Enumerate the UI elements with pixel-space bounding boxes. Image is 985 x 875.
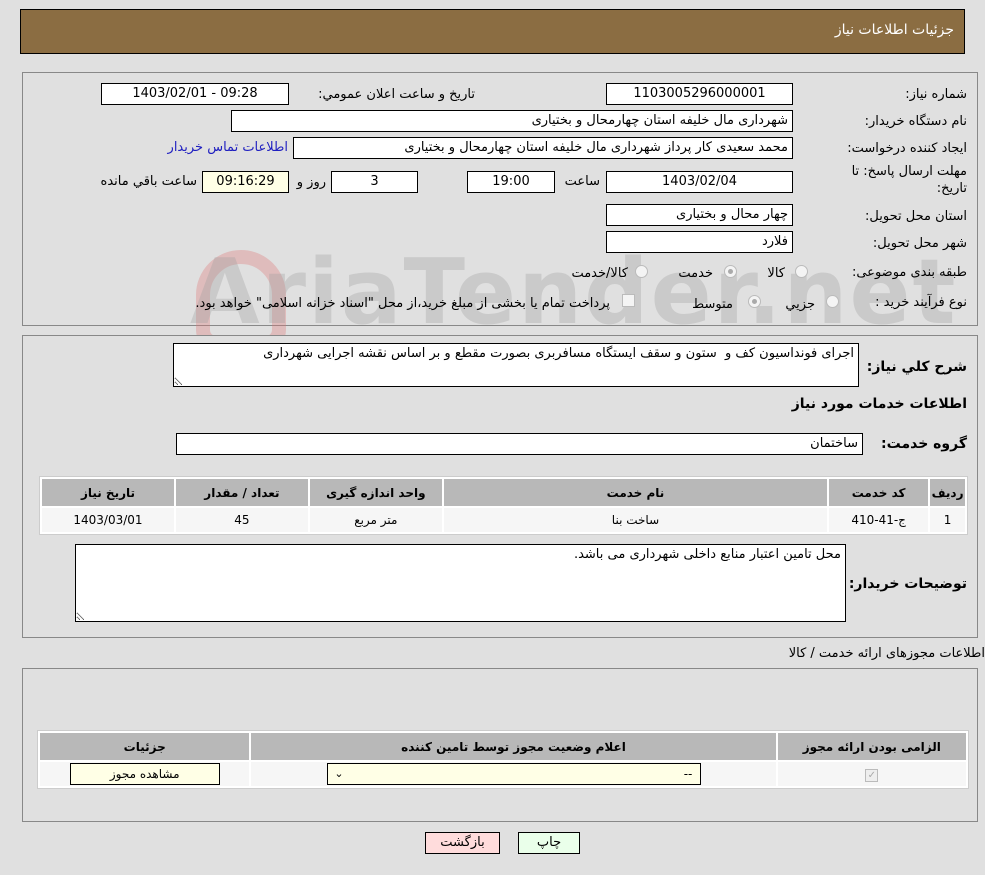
permit-required-checkbox[interactable]: ✓ [865, 768, 879, 782]
need-number-label: شماره نیاز: [905, 87, 967, 102]
col-permit-details: جزئیات [40, 733, 250, 760]
remaining-time-label: ساعت باقي مانده [100, 174, 197, 189]
buyer-org-label: نام دستگاه خریدار: [864, 114, 967, 129]
col-service-name: نام خدمت [443, 479, 828, 506]
cell-permit-details: مشاهده مجوز [40, 762, 250, 786]
process-option-medium: متوسط [692, 297, 733, 312]
remaining-days-field: 3 [331, 171, 418, 193]
table-row: 1 ج-41-410 ساخت بنا متر مربع 45 1403/03/… [42, 508, 965, 532]
deadline-date-field: 1403/02/04 [606, 171, 793, 193]
page-title: جزئیات اطلاعات نیاز [834, 22, 954, 38]
need-number-field: 1103005296000001 [606, 83, 793, 105]
requester-field: محمد سعیدی کار پرداز شهرداری مال خلیفه ا… [293, 137, 793, 159]
treasury-note: پرداخت تمام یا بخشی از مبلغ خرید،از محل … [195, 296, 610, 311]
cell-service-code: ج-41-410 [829, 508, 929, 532]
col-permit-status: اعلام وضعیت مجوز توسط تامین کننده [251, 733, 776, 760]
category-radio-goods[interactable] [795, 265, 808, 278]
cell-quantity: 45 [175, 508, 308, 532]
cell-permit-status: -- ⌄ [251, 762, 776, 786]
category-label: طبقه بندی موضوعی: [851, 265, 967, 280]
buyer-org-field: شهرداری مال خلیفه استان چهارمحال و بختیا… [231, 110, 793, 132]
col-permit-required: الزامی بودن ارائه مجوز [777, 733, 966, 760]
province-label: استان محل تحویل: [865, 209, 967, 224]
purchase-process-label: نوع فرآیند خرید : [875, 295, 967, 310]
category-option-goods-service: کالا/خدمت [571, 266, 628, 281]
print-button[interactable]: چاپ [518, 832, 580, 854]
col-quantity: تعداد / مقدار [175, 479, 308, 506]
process-option-minor: جزيي [785, 297, 815, 312]
deadline-label: مهلت ارسال پاسخ: تا تاریخ: [851, 164, 967, 196]
services-header-row: ردیف کد خدمت نام خدمت واحد اندازه گیری ت… [42, 479, 965, 506]
deadline-time-field: 19:00 [467, 171, 555, 193]
services-title: اطلاعات خدمات مورد نیاز [791, 396, 967, 412]
days-label: روز و [296, 175, 326, 190]
permits-table: الزامی بودن ارائه مجوز اعلام وضعیت مجوز … [37, 730, 969, 789]
category-radio-goods-service[interactable] [635, 265, 648, 278]
col-need-date: تاریخ نیاز [42, 479, 174, 506]
view-permit-button[interactable]: مشاهده مجوز [69, 763, 220, 785]
buyer-notes-textarea[interactable]: محل تامین اعتبار منابع داخلی شهرداری می … [75, 544, 846, 622]
announce-datetime-label: تاریخ و ساعت اعلان عمومي: [318, 87, 475, 102]
deadline-time-label: ساعت [564, 174, 600, 189]
col-service-code: کد خدمت [829, 479, 929, 506]
permits-header-row: الزامی بودن ارائه مجوز اعلام وضعیت مجوز … [40, 733, 966, 760]
col-row: ردیف [930, 479, 965, 506]
cell-permit-required: ✓ [777, 762, 966, 786]
cell-need-date: 1403/03/01 [42, 508, 174, 532]
province-field: چهار محال و بختیاری [606, 204, 793, 226]
cell-row: 1 [930, 508, 965, 532]
announce-datetime-field: 1403/02/01 - 09:28 [101, 83, 289, 105]
category-option-goods: کالا [767, 266, 785, 281]
process-radio-minor[interactable] [826, 295, 839, 308]
category-option-service: خدمت [678, 266, 713, 281]
page-header: جزئیات اطلاعات نیاز [20, 9, 965, 54]
table-row: ✓ -- ⌄ مشاهده مجوز [40, 762, 966, 786]
back-button[interactable]: بازگشت [425, 832, 500, 854]
cell-unit: متر مربع [309, 508, 442, 532]
chevron-down-icon: ⌄ [334, 767, 344, 780]
col-unit: واحد اندازه گیری [309, 479, 442, 506]
service-group-field: ساختمان [176, 433, 863, 455]
remaining-time-field: 09:16:29 [202, 171, 289, 193]
services-table: ردیف کد خدمت نام خدمت واحد اندازه گیری ت… [39, 476, 968, 535]
service-group-label: گروه خدمت: [881, 436, 967, 452]
permits-title: اطلاعات مجوزهای ارائه خدمت / کالا [788, 646, 985, 661]
treasury-checkbox[interactable] [622, 294, 635, 307]
permit-status-select[interactable]: -- ⌄ [327, 763, 702, 785]
process-radio-medium[interactable] [748, 295, 761, 308]
city-field: فلارد [606, 231, 793, 253]
buyer-notes-label: توضیحات خریدار: [848, 576, 967, 592]
permit-status-value: -- [683, 767, 693, 781]
requester-label: ایجاد کننده درخواست: [847, 141, 967, 156]
category-radio-service[interactable] [724, 265, 737, 278]
cell-service-name: ساخت بنا [443, 508, 828, 532]
buyer-contact-link[interactable]: اطلاعات تماس خریدار [168, 140, 288, 155]
city-label: شهر محل تحویل: [872, 236, 967, 251]
description-textarea[interactable]: اجرای فونداسیون کف و ستون و سقف ایستگاه … [173, 343, 859, 387]
description-label: شرح كلي نیاز: [866, 359, 967, 375]
